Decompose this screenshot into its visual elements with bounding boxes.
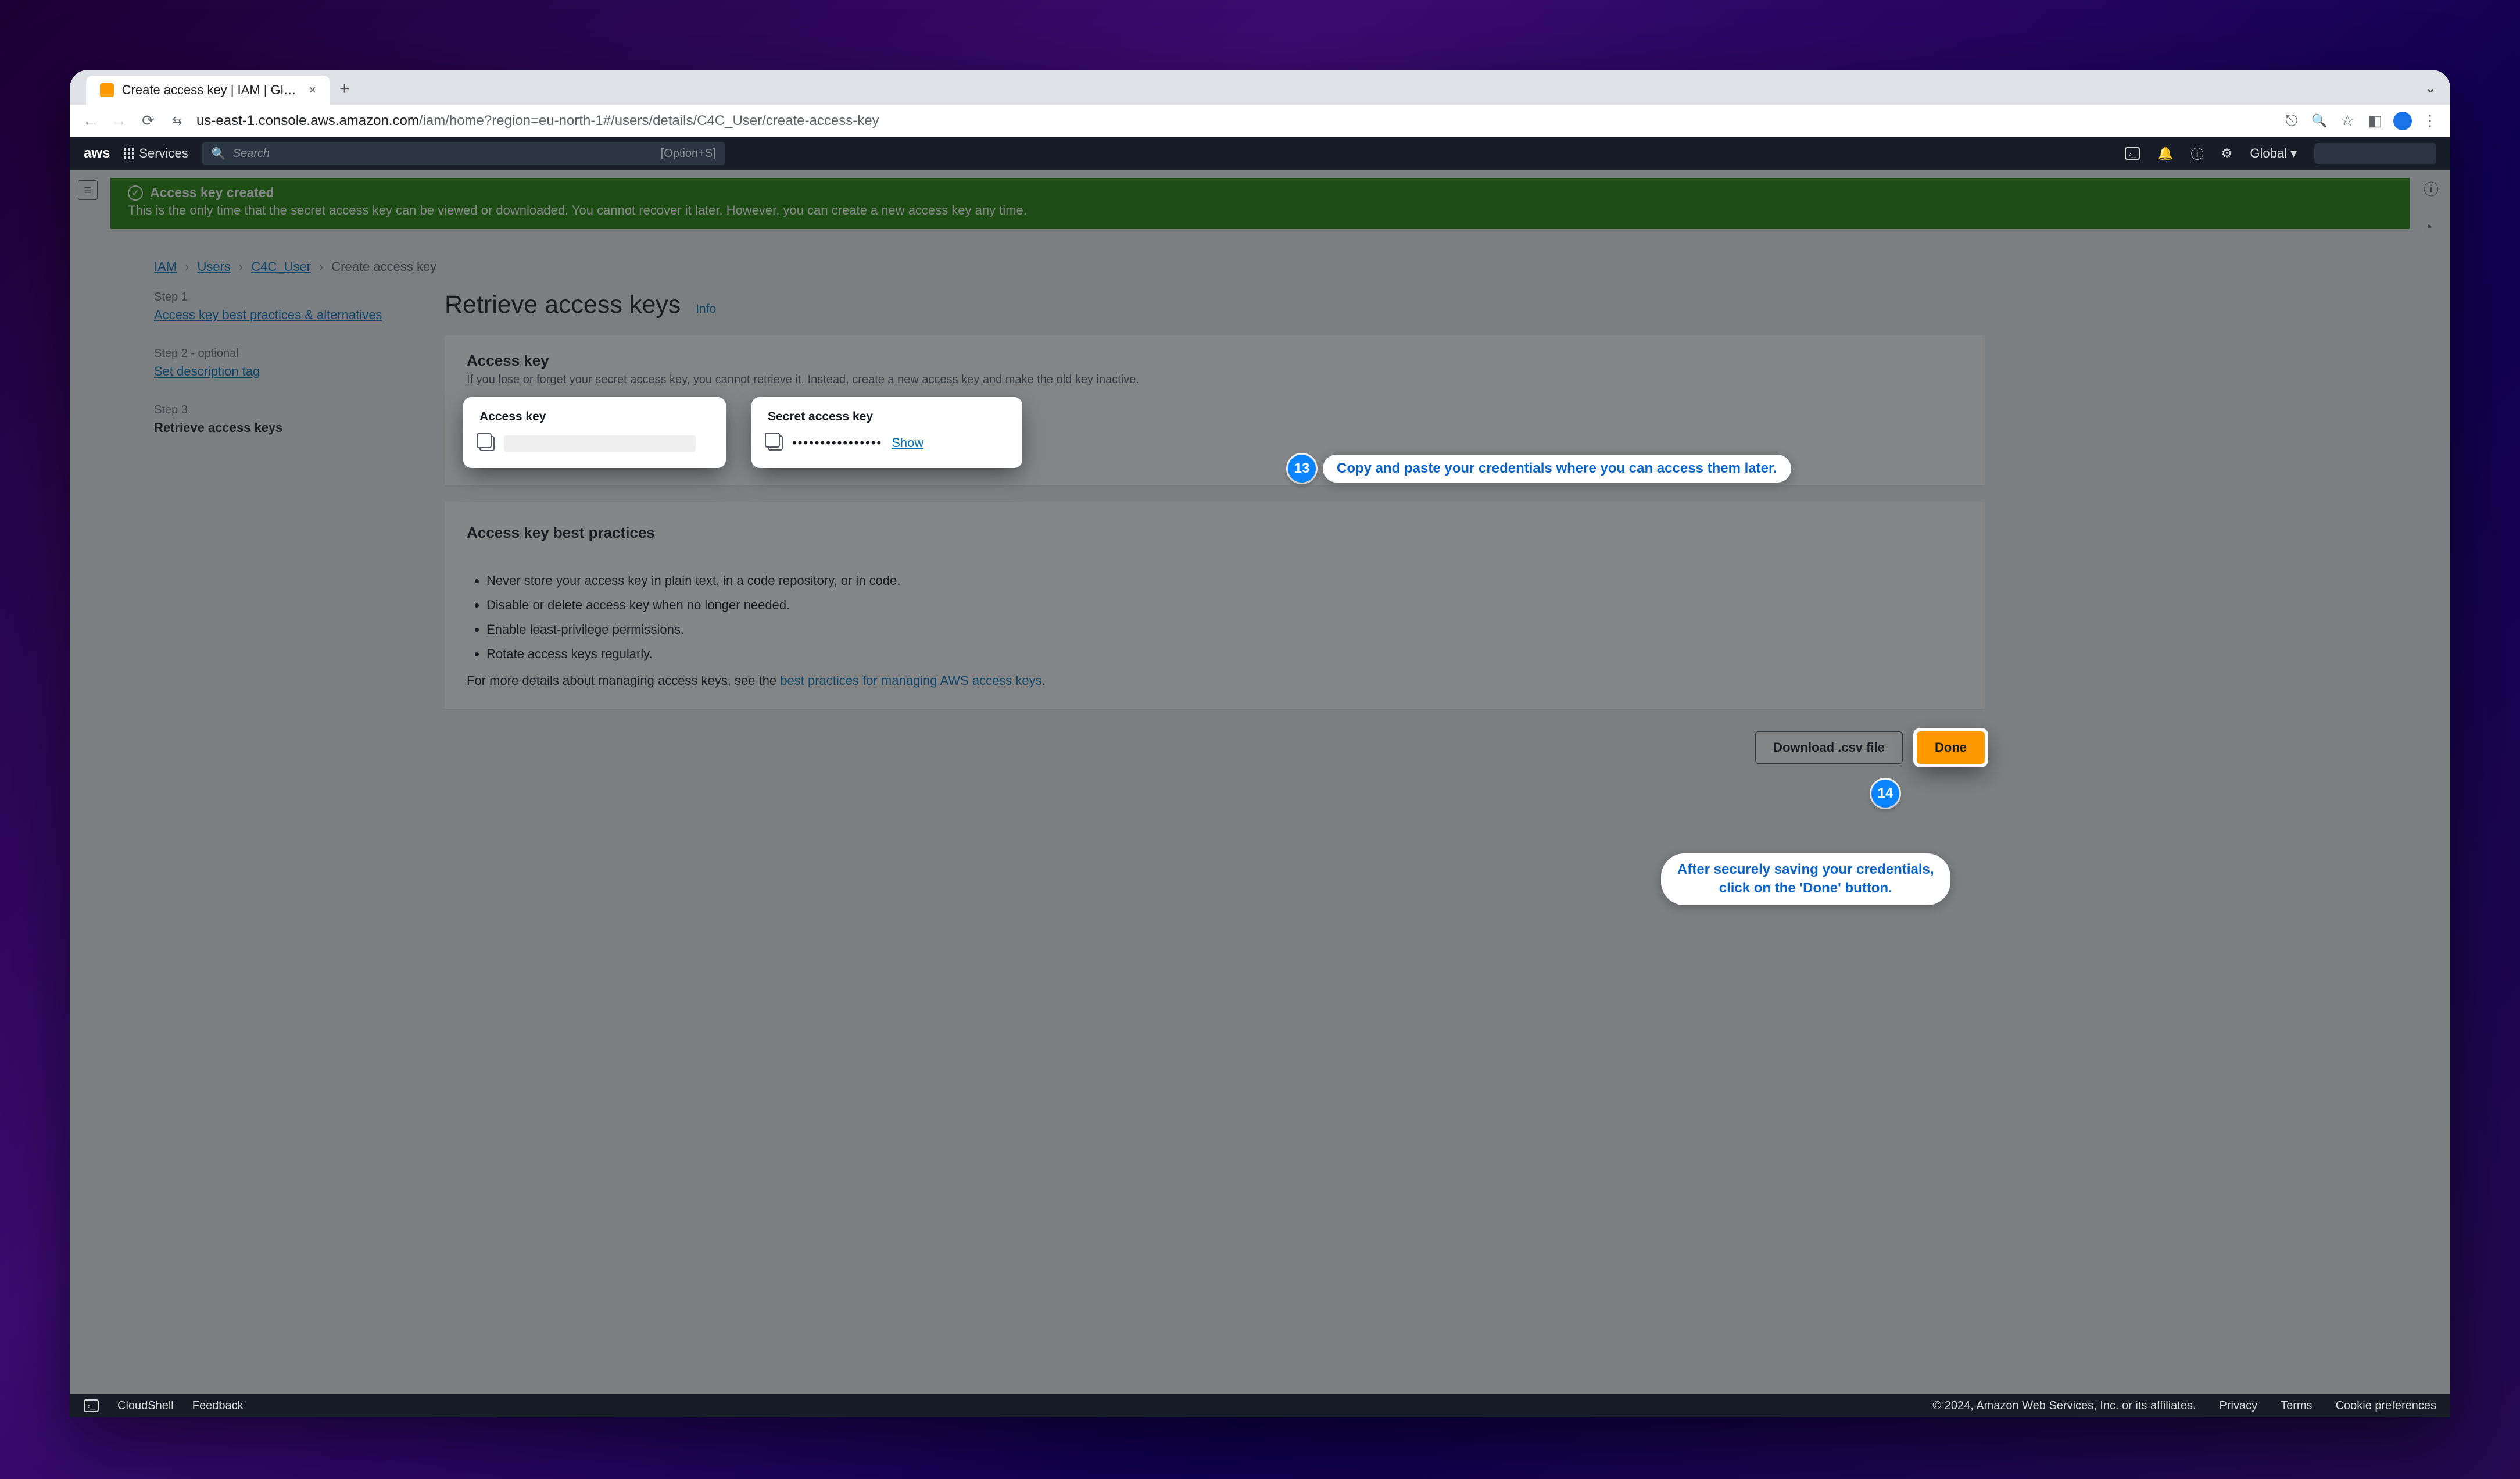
wizard-step-1[interactable]: Access key best practices & alternatives [154, 308, 382, 322]
grid-icon [124, 148, 134, 159]
check-circle-icon: ✓ [128, 185, 143, 201]
annotation-text: Copy and paste your credentials where yo… [1323, 455, 1791, 483]
wizard-steps: Step 1 Access key best practices & alter… [154, 291, 410, 460]
best-practices-footer: For more details about managing access k… [467, 673, 1963, 688]
secret-key-card: Secret access key •••••••••••••••• Show [755, 401, 1019, 465]
notifications-icon[interactable]: 🔔 [2157, 146, 2173, 161]
cloudshell-icon[interactable]: ›_ [84, 1399, 99, 1412]
copyright-text: © 2024, Amazon Web Services, Inc. or its… [1932, 1399, 2196, 1413]
translate-icon[interactable]: ⎋ [2282, 111, 2301, 131]
url-field[interactable]: us-east-1.console.aws.amazon.com/iam/hom… [196, 113, 2272, 129]
cloudshell-top-icon[interactable]: ›_ [2125, 147, 2140, 160]
browser-menu-icon[interactable]: ⋮ [2420, 111, 2440, 131]
aws-footer: ›_ CloudShell Feedback © 2024, Amazon We… [70, 1394, 2450, 1417]
privacy-link[interactable]: Privacy [2220, 1399, 2258, 1413]
info-link[interactable]: Info [696, 302, 716, 316]
feedback-link[interactable]: Feedback [192, 1399, 244, 1413]
annotation-badge: 14 [1871, 780, 1899, 808]
main-column: Retrieve access keys Info Access key If … [445, 291, 1985, 764]
cloudshell-link[interactable]: CloudShell [117, 1399, 174, 1413]
tutorial-annotation-14: After securely saving your credentials, … [1661, 853, 1950, 905]
back-button[interactable]: ← [80, 111, 100, 131]
tab-overflow-button[interactable]: ⌄ [2425, 80, 2436, 105]
settings-icon[interactable]: ⚙ [2221, 146, 2233, 161]
browser-tab[interactable]: Create access key | IAM | Glo… × [86, 76, 330, 105]
clock-icon[interactable]: ◔ [2424, 218, 2439, 236]
tutorial-annotation-13: 13 Copy and paste your credentials where… [1288, 455, 1791, 483]
copy-icon[interactable] [479, 436, 495, 451]
sidepanel-icon[interactable]: ◧ [2365, 111, 2385, 131]
chevron-right-icon: › [239, 259, 243, 274]
list-item: Enable least-privilege permissions. [486, 622, 1963, 637]
profile-avatar[interactable] [2393, 112, 2412, 130]
show-secret-link[interactable]: Show [892, 435, 923, 451]
wizard-step-2[interactable]: Set description tag [154, 364, 260, 378]
annotation-badge: 13 [1288, 455, 1316, 483]
best-practices-list: Never store your access key in plain tex… [486, 573, 1963, 662]
download-csv-button[interactable]: Download .csv file [1755, 731, 1903, 764]
side-nav-toggle[interactable]: ≡ [78, 180, 98, 200]
aws-search-input[interactable]: 🔍 Search [Option+S] [202, 142, 725, 165]
secret-key-mask: •••••••••••••••• [792, 435, 882, 451]
zoom-icon[interactable]: 🔍 [2310, 111, 2329, 131]
best-practices-panel: Access key best practices Never store yo… [445, 502, 1985, 709]
new-tab-button[interactable]: + [339, 79, 350, 105]
breadcrumb-users[interactable]: Users [197, 259, 230, 274]
browser-window: Create access key | IAM | Glo… × + ⌄ ← →… [70, 70, 2450, 1417]
done-button[interactable]: Done [1917, 731, 1985, 764]
list-item: Never store your access key in plain tex… [486, 573, 1963, 588]
info-panel-icon[interactable]: ⓘ [2424, 178, 2439, 199]
aws-logo[interactable]: aws [84, 145, 110, 162]
bookmark-icon[interactable]: ☆ [2338, 111, 2357, 131]
success-notice: ✓Access key created This is the only tim… [110, 178, 2410, 229]
page-body: ≡ ✓Access key created This is the only t… [70, 170, 2450, 1394]
site-info-icon[interactable]: ⇆ [167, 111, 187, 131]
page-title: Retrieve access keys Info [445, 291, 1985, 319]
tab-bar: Create access key | IAM | Glo… × + ⌄ [70, 70, 2450, 105]
action-row: Download .csv file Done [445, 731, 1985, 764]
breadcrumb-user[interactable]: C4C_User [251, 259, 311, 274]
chevron-right-icon: › [185, 259, 189, 274]
list-item: Disable or delete access key when no lon… [486, 598, 1963, 613]
region-selector[interactable]: Global ▾ [2250, 146, 2297, 161]
breadcrumb-iam[interactable]: IAM [154, 259, 177, 274]
forward-button[interactable]: → [109, 111, 129, 131]
help-icon[interactable]: ⓘ [2191, 144, 2204, 163]
services-menu[interactable]: Services [124, 146, 188, 161]
wizard-step-3: Retrieve access keys [154, 420, 410, 435]
access-key-value [504, 435, 696, 452]
account-menu[interactable] [2314, 143, 2436, 164]
reload-button[interactable]: ⟳ [138, 111, 158, 131]
address-bar: ← → ⟳ ⇆ us-east-1.console.aws.amazon.com… [70, 105, 2450, 137]
breadcrumb: IAM › Users › C4C_User › Create access k… [154, 259, 436, 274]
chevron-right-icon: › [319, 259, 323, 274]
cookie-prefs-link[interactable]: Cookie preferences [2336, 1399, 2436, 1413]
access-key-card: Access key [467, 401, 722, 465]
aws-favicon-icon [100, 83, 114, 97]
breadcrumb-current: Create access key [331, 259, 436, 274]
terms-link[interactable]: Terms [2281, 1399, 2312, 1413]
search-icon: 🔍 [212, 147, 226, 161]
close-icon[interactable]: × [309, 83, 316, 98]
copy-icon[interactable] [768, 435, 783, 451]
list-item: Rotate access keys regularly. [486, 646, 1963, 662]
chevron-down-icon: ▾ [2290, 146, 2297, 161]
best-practices-doc-link[interactable]: best practices for managing AWS access k… [780, 673, 1041, 688]
tab-title: Create access key | IAM | Glo… [122, 83, 301, 98]
aws-top-nav: aws Services 🔍 Search [Option+S] ›_ 🔔 ⓘ … [70, 137, 2450, 170]
